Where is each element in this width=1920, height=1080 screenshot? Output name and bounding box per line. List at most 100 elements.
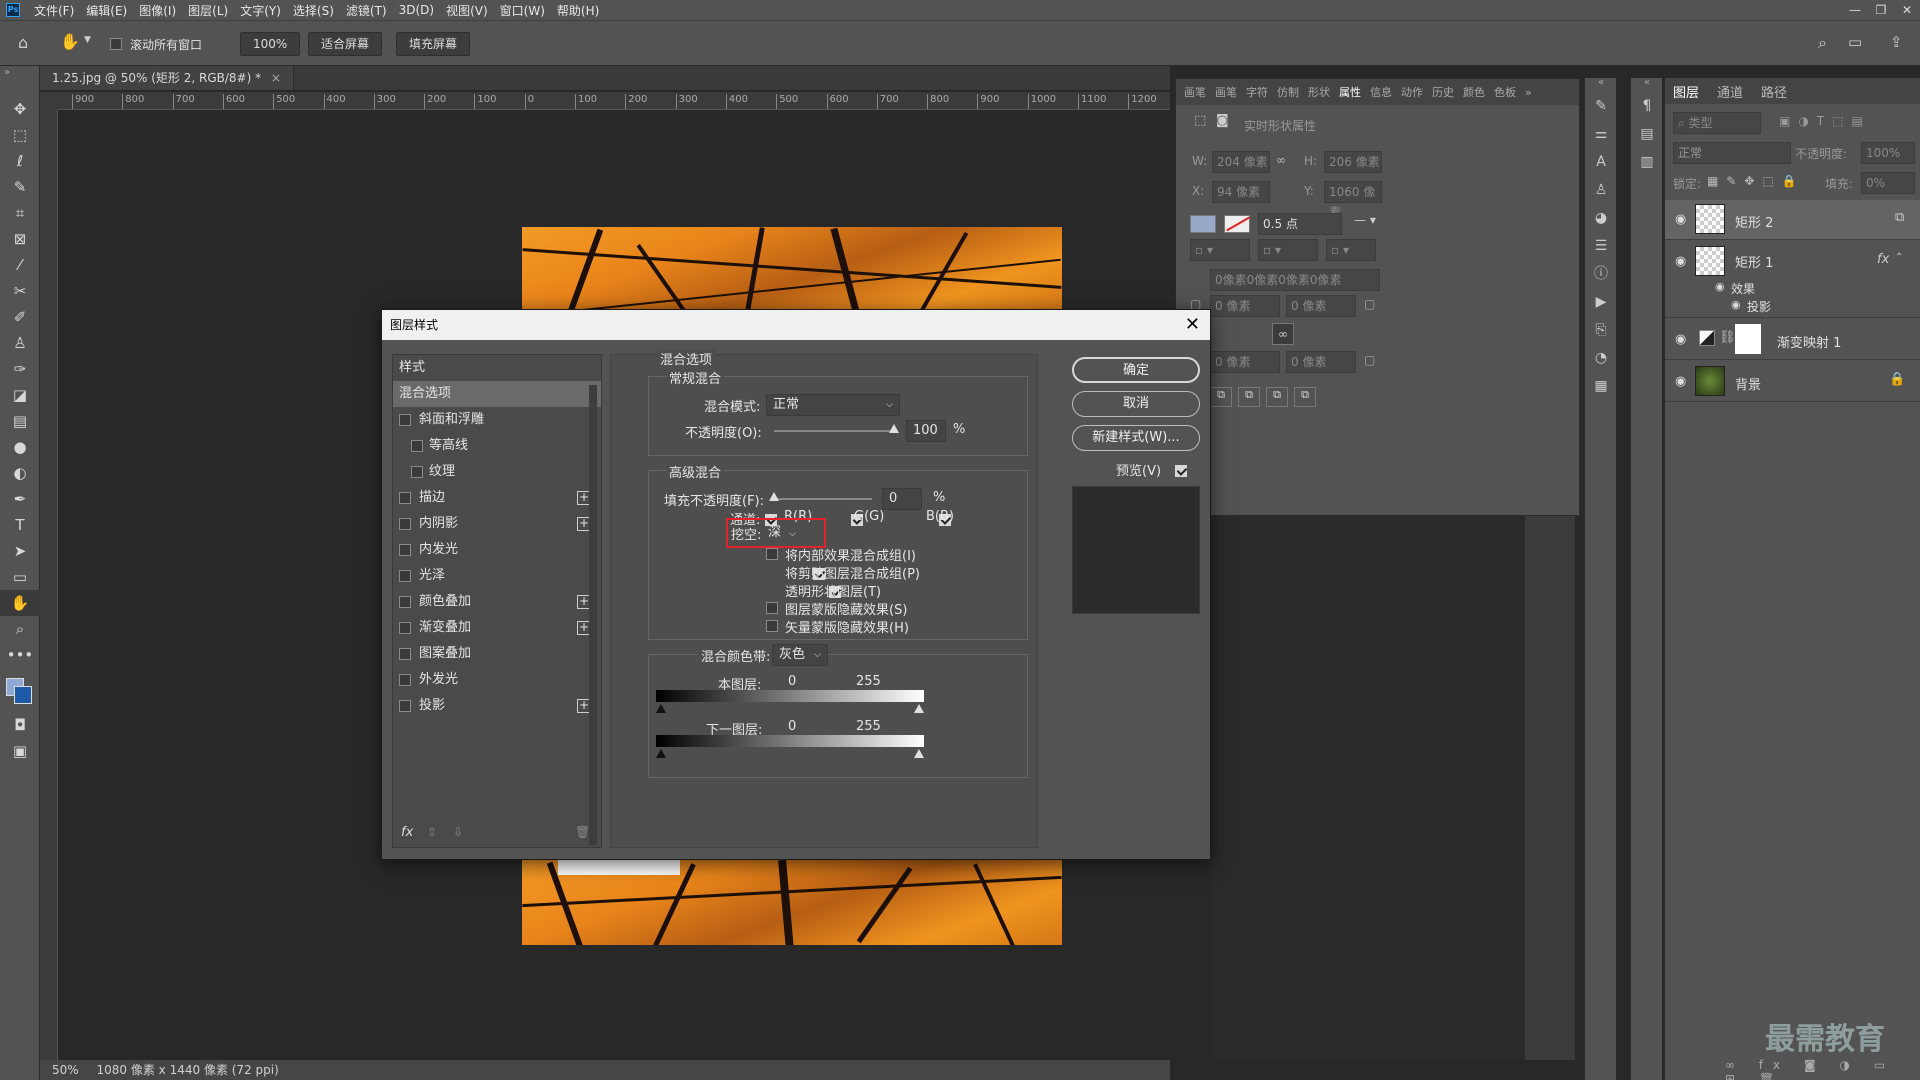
search-icon[interactable]: ⌕ (1818, 33, 1827, 53)
style-inner-glow[interactable]: 内发光 (393, 537, 601, 563)
corner-3-field[interactable]: 0 像素 (1210, 351, 1280, 373)
frame-tool-icon[interactable]: ⊠ (0, 226, 40, 252)
corner-radius-all-field[interactable]: 0像素0像素0像素0像素 (1210, 269, 1380, 291)
libraries-icon[interactable]: ▤ (1631, 120, 1663, 148)
style-checkbox[interactable] (399, 674, 411, 686)
layer-footer-icons[interactable]: ∞ fx ◙ ◑ ▭ ⊞ 🗑 (1725, 1058, 1920, 1080)
corner-2-field[interactable]: 0 像素 (1286, 295, 1356, 317)
hand-tool-icon[interactable]: ✋ (60, 32, 80, 51)
menu-3d[interactable]: 3D(D) (399, 3, 434, 17)
fill-screen-button[interactable]: 填充屏幕 (396, 32, 471, 56)
canvas-scrollbar[interactable] (1525, 513, 1575, 1060)
styles-header[interactable]: 样式 (393, 355, 601, 381)
properties-icon[interactable]: ☰ (1585, 232, 1617, 260)
dodge-tool-icon[interactable]: ◐ (0, 460, 40, 486)
clone-stamp-tool-icon[interactable]: ♙ (0, 330, 40, 356)
opacity-field[interactable]: 100% (1861, 142, 1915, 164)
collapse-icon[interactable]: « (1631, 78, 1663, 92)
clone-source-icon[interactable]: ♙ (1585, 176, 1617, 204)
fill-opacity-slider-thumb[interactable] (769, 492, 779, 501)
history-brush-tool-icon[interactable]: ✑ (0, 356, 40, 382)
style-drop-shadow[interactable]: 投影 + (393, 693, 601, 719)
link-icon[interactable]: ∞ (1276, 153, 1286, 167)
crop-tool-icon[interactable]: ⌗ (0, 200, 40, 226)
home-icon[interactable]: ⌂ (18, 33, 28, 52)
new-style-button[interactable]: 新建样式(W)... (1072, 425, 1200, 451)
info-icon[interactable]: ⓘ (1585, 260, 1617, 288)
eye-icon[interactable]: ◉ (1675, 374, 1686, 389)
menu-help[interactable]: 帮助(H) (557, 2, 599, 19)
close-icon[interactable]: ✕ (1185, 310, 1200, 340)
y-field[interactable]: 1060 像素 (1324, 181, 1382, 219)
x-field[interactable]: 94 像素 (1212, 181, 1270, 203)
effects-row[interactable]: ◉ 效果 (1665, 280, 1920, 298)
tab-actions[interactable]: 动作 (1401, 84, 1423, 100)
combine-shapes-icon[interactable]: ⧉ (1210, 387, 1232, 407)
marquee-tool-icon[interactable]: ⬚ (0, 122, 40, 148)
menu-layer[interactable]: 图层(L) (188, 2, 228, 19)
menu-edit[interactable]: 编辑(E) (86, 2, 127, 19)
stroke-type-dropdown[interactable]: — ▾ (1354, 213, 1376, 227)
intersect-shapes-icon[interactable]: ⧉ (1266, 387, 1288, 407)
under-layer-black-slider[interactable] (656, 749, 666, 758)
chevron-down-icon[interactable]: ▼ (84, 35, 91, 45)
close-window-icon[interactable]: ✕ (1894, 3, 1920, 17)
stroke-corners-dropdown[interactable]: ▫ ▾ (1326, 239, 1376, 261)
tab-brush[interactable]: 画笔 (1184, 84, 1206, 100)
eraser-tool-icon[interactable]: ◪ (0, 382, 40, 408)
tab-swatches[interactable]: 色板 (1494, 84, 1516, 100)
blend-mode-dropdown[interactable]: 正常 (1673, 142, 1791, 164)
style-checkbox[interactable] (399, 570, 411, 582)
style-checkbox[interactable] (399, 492, 411, 504)
quick-mask-icon[interactable]: ◘ (0, 712, 40, 738)
restore-icon[interactable]: ❐ (1868, 3, 1894, 17)
layer-row-rect1[interactable]: ◉ 矩形 1 fx ⌃ (1665, 242, 1920, 280)
color-swatches[interactable] (0, 668, 39, 712)
stroke-color-swatch[interactable] (1224, 215, 1250, 233)
style-checkbox[interactable] (399, 648, 411, 660)
fill-field[interactable]: 0% (1861, 172, 1915, 194)
menu-image[interactable]: 图像(I) (139, 2, 176, 19)
fx-icon[interactable]: fx (401, 825, 413, 840)
style-checkbox[interactable] (411, 466, 423, 478)
menu-view[interactable]: 视图(V) (446, 2, 488, 19)
stroke-caps-dropdown[interactable]: ▫ ▾ (1258, 239, 1318, 261)
style-checkbox[interactable] (399, 414, 411, 426)
type-tool-icon[interactable]: T (0, 512, 40, 538)
stroke-align-dropdown[interactable]: ▫ ▾ (1190, 239, 1250, 261)
background-color-swatch[interactable] (14, 686, 32, 704)
move-down-icon[interactable]: ⇩ (453, 825, 463, 839)
history-icon[interactable]: ⎘ (1585, 316, 1617, 344)
share-icon[interactable]: ⇪ (1890, 33, 1903, 51)
character-icon[interactable]: A (1585, 148, 1617, 176)
menu-file[interactable]: 文件(F) (34, 2, 74, 19)
style-checkbox[interactable] (411, 440, 423, 452)
style-bevel-emboss[interactable]: 斜面和浮雕 (393, 407, 601, 433)
under-layer-gradient[interactable] (656, 735, 924, 747)
corner-4-field[interactable]: 0 像素 (1286, 351, 1356, 373)
tab-layers[interactable]: 图层 (1673, 82, 1699, 101)
style-checkbox[interactable] (399, 518, 411, 530)
cancel-button[interactable]: 取消 (1072, 391, 1200, 417)
eye-icon[interactable]: ◉ (1715, 280, 1725, 293)
opacity-field[interactable]: 100 (906, 420, 946, 442)
minimize-icon[interactable]: — (1842, 3, 1868, 17)
layer-name[interactable]: 渐变映射 1 (1777, 332, 1841, 351)
close-tab-icon[interactable]: × (271, 71, 281, 85)
lock-icons[interactable]: ▦✎✥⬚🔒 (1707, 174, 1805, 188)
corner-1-field[interactable]: 0 像素 (1210, 295, 1280, 317)
style-checkbox[interactable] (399, 700, 411, 712)
menu-filter[interactable]: 滤镜(T) (346, 2, 387, 19)
tab-color[interactable]: 颜色 (1463, 84, 1485, 100)
tab-paths[interactable]: 路径 (1761, 82, 1787, 101)
fill-color-swatch[interactable] (1190, 215, 1216, 233)
adjustments-icon[interactable]: ⚌ (1585, 120, 1617, 148)
brush-tool-icon[interactable]: ✐ (0, 304, 40, 330)
blend-if-select[interactable]: 灰色 ⌵ (772, 644, 828, 666)
status-doc-info[interactable]: 1080 像素 x 1440 像素 (72 ppi) (97, 1063, 279, 1077)
rectangle-tool-icon[interactable]: ▭ (0, 564, 40, 590)
layer-name[interactable]: 矩形 2 (1735, 212, 1773, 231)
style-contour[interactable]: 等高线 (393, 433, 601, 459)
style-pattern-overlay[interactable]: 图案叠加 (393, 641, 601, 667)
style-outer-glow[interactable]: 外发光 (393, 667, 601, 693)
